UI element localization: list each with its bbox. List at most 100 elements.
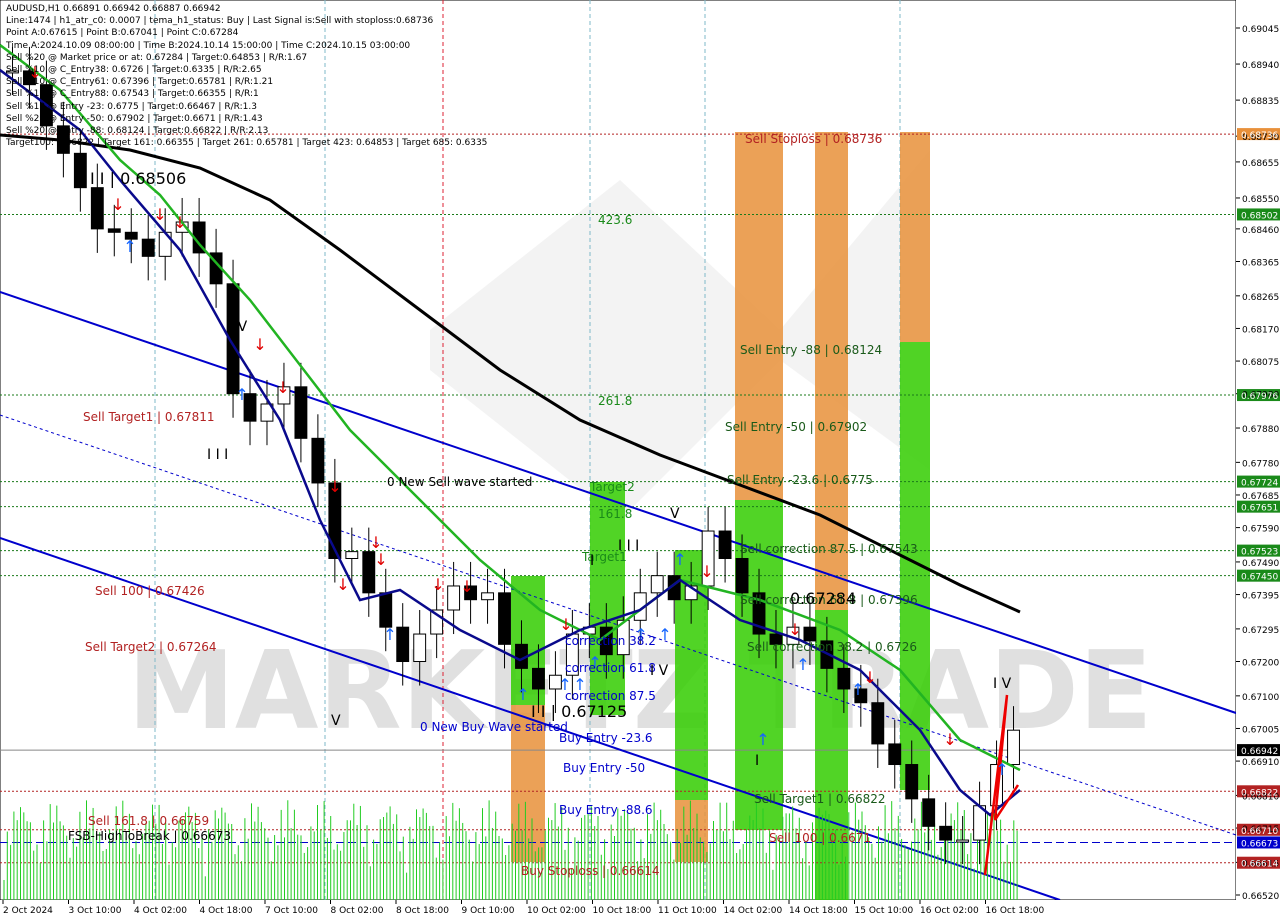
price-highlight-label: 0.68736 [1241, 131, 1278, 141]
price-tick-label: 0.68940 [1242, 61, 1279, 71]
annotation-label: Sell correction 38.2 | 0.6726 [747, 640, 917, 654]
buy-arrow-icon: ↑ [851, 680, 864, 699]
price-tick-label: 0.67295 [1242, 626, 1279, 636]
time-tick-label: 15 Oct 10:00 [855, 906, 914, 916]
price-tick-label: 0.66520 [1242, 892, 1279, 902]
price-highlight-label: 0.68502 [1241, 211, 1278, 221]
price-highlight-label: 0.66822 [1241, 788, 1278, 798]
candle-body [396, 626, 410, 663]
sell-arrow-icon: ↓ [559, 615, 572, 634]
candle-body [735, 558, 749, 594]
candle-body [922, 798, 936, 827]
annotation-label: I [590, 553, 594, 569]
annotation-label: Sell Entry -50 | 0.67902 [725, 420, 867, 434]
annotation-label: correction 87.5 [565, 689, 656, 703]
time-tick-label: 14 Oct 02:00 [724, 906, 783, 916]
price-highlight-label: 0.66942 [1241, 747, 1278, 757]
time-tick-label: 7 Oct 10:00 [265, 906, 318, 916]
price-highlight-label: 0.67651 [1241, 504, 1278, 514]
buy-arrow-icon: ↑ [658, 625, 671, 644]
sell-arrow-icon: ↓ [700, 562, 713, 581]
price-tick-label: 0.67005 [1242, 725, 1279, 735]
annotation-label: I V [229, 319, 248, 335]
time-tick-label: 14 Oct 18:00 [789, 906, 848, 916]
candle-body [141, 238, 155, 257]
candle-body [447, 585, 461, 611]
price-tick-label: 0.68655 [1242, 159, 1279, 169]
candle-body [837, 667, 851, 690]
candle-body [294, 386, 308, 439]
info-line: Sell %10 @ Entry -23: 0.6775 | Target:0.… [6, 101, 257, 112]
annotation-label: 0 New Buy Wave started [420, 720, 568, 734]
sell-arrow-icon: ↓ [328, 477, 341, 496]
candle-body [362, 551, 376, 594]
candle-body [939, 825, 953, 841]
annotation-label: FSB-HighToBreak | 0.66673 [68, 829, 231, 843]
price-highlight-label: 0.67523 [1241, 548, 1278, 558]
time-tick-label: 16 Oct 02:00 [920, 906, 979, 916]
time-tick-label: 3 Oct 10:00 [69, 906, 122, 916]
time-tick-label: 10 Oct 02:00 [527, 906, 586, 916]
sell-arrow-icon: ↓ [788, 620, 801, 639]
time-tick-label: 4 Oct 02:00 [134, 906, 187, 916]
annotation-label: Buy Entry -23.6 [559, 731, 653, 745]
buy-arrow-icon: ↑ [673, 550, 686, 569]
annotation-label: Sell correction 87.5 | 0.67543 [740, 542, 918, 556]
annotation-label: Sell 100 | 0.67426 [95, 584, 205, 598]
sell-arrow-icon: ↓ [111, 195, 124, 214]
candle-body [73, 152, 87, 189]
sell-arrow-icon: ↓ [276, 378, 289, 397]
candle-body [803, 626, 817, 642]
info-line: Sell %20 @ Entry -50: 0.67902 | Target:0… [6, 113, 263, 124]
info-line: AUDUSD,H1 0.66891 0.66942 0.66887 0.6694… [6, 4, 221, 14]
annotation-label: Sell Entry -23.6 | 0.6775 [727, 473, 873, 487]
price-tick-label: 0.68550 [1242, 195, 1279, 205]
annotation-label: correction 61.8 [565, 661, 656, 675]
sell-arrow-icon: ↓ [173, 213, 186, 232]
annotation-label: Sell 100 | 0.6671 [769, 831, 871, 845]
price-highlight-label: 0.67450 [1241, 573, 1278, 583]
sell-arrow-icon: ↓ [253, 335, 266, 354]
candle-body [532, 667, 545, 690]
info-line: Sell %10 @ C_Entry38: 0.6726 | Target:0.… [6, 65, 262, 75]
info-line: Sell %10 @ C_Entry61: 0.67396 | Target:0… [6, 77, 274, 88]
stoploss-zone-box [675, 800, 708, 862]
price-tick-label: 0.68265 [1242, 293, 1279, 303]
annotation-label: Sell Target2 | 0.67264 [85, 640, 217, 654]
price-highlight-label: 0.66673 [1241, 839, 1278, 849]
price-tick-label: 0.68170 [1242, 325, 1279, 335]
time-tick-label: 9 Oct 10:00 [462, 906, 515, 916]
sell-arrow-icon: ↓ [374, 550, 387, 569]
buy-arrow-icon: ↑ [995, 760, 1008, 779]
buy-arrow-icon: ↑ [123, 237, 136, 256]
info-line: Sell %10 @ C_Entry88: 0.67543 | Target:0… [6, 89, 259, 100]
info-line: Target100: 0.66822 | Target 161: 0.66355… [6, 138, 488, 149]
sell-arrow-icon: ↓ [153, 205, 166, 224]
annotation-label: Buy Entry -50 [563, 761, 645, 775]
price-tick-label: 0.67590 [1242, 525, 1279, 535]
annotation-label: 423.6 [598, 213, 632, 227]
buy-arrow-icon: ↑ [235, 385, 248, 404]
buy-arrow-icon: ↑ [516, 685, 529, 704]
buy-arrow-icon: ↑ [383, 625, 396, 644]
price-highlight-label: 0.67976 [1241, 392, 1278, 402]
annotation-label: Buy Entry -88.6 [559, 803, 653, 817]
candle-body [888, 743, 902, 766]
time-tick-label: 11 Oct 10:00 [658, 906, 717, 916]
time-tick-label: 8 Oct 18:00 [396, 906, 449, 916]
annotation-label: Sell 161.8 | 0.66759 [88, 814, 209, 828]
time-tick-label: 16 Oct 18:00 [986, 906, 1045, 916]
annotation-label: Sell Target1 | 0.67811 [83, 410, 215, 424]
stoploss-zone-box [815, 132, 848, 610]
price-highlight-label: 0.67724 [1241, 479, 1278, 489]
annotation-label: I I I [207, 447, 228, 463]
price-tick-label: 0.67780 [1242, 459, 1279, 469]
stoploss-zone-box [900, 132, 930, 342]
candle-body [905, 764, 919, 800]
price-tick-label: 0.68835 [1242, 97, 1279, 107]
annotation-label: Buy Stoploss | 0.66614 [521, 864, 660, 878]
annotation-label: Sell Target1 | 0.66822 [754, 792, 886, 806]
price-tick-label: 0.67880 [1242, 425, 1279, 435]
price-tick-label: 0.67395 [1242, 592, 1279, 602]
candle-body [956, 839, 970, 843]
